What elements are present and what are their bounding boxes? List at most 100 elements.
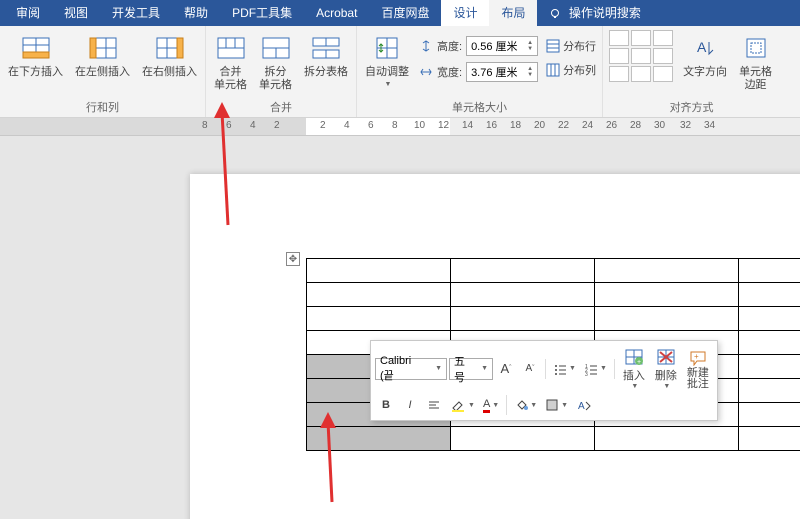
insert-below-button[interactable]: 在下方插入: [6, 30, 65, 81]
chevron-down-icon: ▼: [468, 402, 475, 409]
svg-text:3: 3: [585, 372, 588, 376]
align-button[interactable]: [423, 394, 445, 416]
tab-design[interactable]: 设计: [441, 0, 489, 26]
highlight-icon: [450, 398, 466, 412]
align-top-right[interactable]: [653, 30, 673, 46]
tab-help[interactable]: 帮助: [172, 0, 220, 26]
ribbon: 在下方插入 在左侧插入 在右侧插入 行和列 合并 单元格 拆分 单元格: [0, 26, 800, 118]
borders-icon: [545, 398, 559, 412]
distribute-rows-button[interactable]: 分布行: [546, 38, 596, 54]
split-table-button[interactable]: 拆分表格: [302, 30, 350, 81]
tab-pdf[interactable]: PDF工具集: [220, 0, 304, 26]
autofit-button[interactable]: 自动调整 ▼: [363, 30, 411, 90]
merge-cells-button[interactable]: 合并 单元格: [212, 30, 249, 94]
tab-review[interactable]: 审阅: [4, 0, 52, 26]
align-bot-center[interactable]: [631, 66, 651, 82]
ribbon-group-merge: 合并 单元格 拆分 单元格 拆分表格 合并: [206, 26, 357, 117]
italic-button[interactable]: I: [399, 394, 421, 416]
tab-layout[interactable]: 布局: [489, 0, 537, 26]
table-row[interactable]: [307, 283, 800, 307]
insert-left-icon: [89, 37, 117, 59]
spinner-icon[interactable]: ▲▼: [527, 66, 533, 78]
ruler-tick: 32: [680, 120, 691, 131]
chevron-down-icon: ▼: [435, 365, 442, 372]
ruler-tick: 26: [606, 120, 617, 131]
tab-tell-me[interactable]: 操作说明搜索: [537, 0, 652, 26]
ruler-tick: 4: [344, 120, 350, 131]
insert-left-label: 在左侧插入: [75, 66, 130, 79]
align-bot-left[interactable]: [609, 66, 629, 82]
highlight-button[interactable]: ▼: [447, 394, 478, 416]
numbering-button[interactable]: 123▼: [581, 358, 610, 380]
insert-right-label: 在右侧插入: [142, 66, 197, 79]
comment-icon: +: [689, 350, 707, 366]
spinner-icon[interactable]: ▲▼: [527, 40, 533, 52]
ribbon-group-rows-cols: 在下方插入 在左侧插入 在右侧插入 行和列: [0, 26, 206, 117]
table-row[interactable]: [307, 427, 800, 451]
align-top-left[interactable]: [609, 30, 629, 46]
table-row[interactable]: [307, 259, 800, 283]
autofit-label: 自动调整: [365, 66, 409, 79]
bullets-button[interactable]: ▼: [550, 358, 579, 380]
mini-delete-label: 删除: [655, 367, 677, 383]
ruler-tick: 30: [654, 120, 665, 131]
height-input[interactable]: 0.56 厘米▲▼: [466, 36, 538, 56]
width-value: 3.76 厘米: [471, 64, 517, 80]
tab-baidu[interactable]: 百度网盘: [369, 0, 441, 26]
autofit-icon: [373, 34, 401, 62]
font-size-value: 五号: [454, 353, 473, 385]
font-size-select[interactable]: 五号▼: [449, 358, 493, 380]
horizontal-ruler[interactable]: 8642246810121416182022242628303234: [0, 118, 800, 136]
insert-right-button[interactable]: 在右侧插入: [140, 30, 199, 81]
distribute-rows-label: 分布行: [563, 38, 596, 54]
new-comment-label: 新建 批注: [687, 368, 709, 390]
insert-left-button[interactable]: 在左侧插入: [73, 30, 132, 81]
bold-button[interactable]: B: [375, 394, 397, 416]
ribbon-group-alignment: A 文字方向 单元格 边距 对齐方式: [603, 26, 780, 117]
font-family-select[interactable]: Calibri (끝 ▼: [375, 358, 447, 380]
align-bot-right[interactable]: [653, 66, 673, 82]
width-input[interactable]: 3.76 厘米 ▲▼: [466, 62, 538, 82]
svg-text:+: +: [637, 359, 641, 365]
mini-delete-button[interactable]: 删除▼: [651, 345, 681, 392]
distribute-cols-button[interactable]: 分布列: [546, 62, 596, 78]
ruler-tick: 6: [368, 120, 374, 131]
chevron-down-icon: ▼: [569, 365, 576, 372]
shrink-font-button[interactable]: Aˇ: [519, 358, 541, 380]
font-family-value: Calibri (끝: [380, 355, 427, 383]
col-width-icon: [419, 65, 433, 79]
tab-acrobat[interactable]: Acrobat: [304, 0, 369, 26]
align-icon: [427, 398, 441, 412]
mini-insert-button[interactable]: + 插入▼: [619, 345, 649, 392]
svg-text:+: +: [694, 352, 699, 361]
tab-view[interactable]: 视图: [52, 0, 100, 26]
align-mid-left[interactable]: [609, 48, 629, 64]
merge-group-label: 合并: [270, 97, 292, 117]
align-top-center[interactable]: [631, 30, 651, 46]
ruler-tick: 18: [510, 120, 521, 131]
shading-button[interactable]: ▼: [511, 394, 540, 416]
table-move-handle[interactable]: ✥: [286, 252, 300, 266]
width-label: 宽度:: [437, 64, 462, 80]
alignment-grid: [609, 30, 673, 82]
new-comment-button[interactable]: + 新建 批注: [683, 346, 713, 392]
table-row[interactable]: [307, 307, 800, 331]
insert-table-icon: +: [625, 349, 643, 365]
tab-dev[interactable]: 开发工具: [100, 0, 172, 26]
cell-margins-button[interactable]: 单元格 边距: [737, 30, 774, 94]
text-direction-button[interactable]: A 文字方向: [681, 30, 729, 81]
ruler-tick: 8: [392, 120, 398, 131]
align-mid-center[interactable]: [631, 48, 651, 64]
ruler-tick: 12: [438, 120, 449, 131]
styles-button[interactable]: A: [573, 394, 595, 416]
grow-font-button[interactable]: Aˆ: [495, 358, 517, 380]
lightbulb-icon: [549, 8, 561, 20]
split-cells-icon: [262, 37, 290, 59]
split-cells-button[interactable]: 拆分 单元格: [257, 30, 294, 94]
align-mid-right[interactable]: [653, 48, 673, 64]
chevron-down-icon: ▼: [530, 402, 537, 409]
delete-table-icon: [657, 349, 675, 365]
borders-button[interactable]: ▼: [542, 394, 571, 416]
chevron-down-icon: ▼: [481, 365, 488, 372]
font-color-button[interactable]: A▼: [480, 394, 502, 416]
